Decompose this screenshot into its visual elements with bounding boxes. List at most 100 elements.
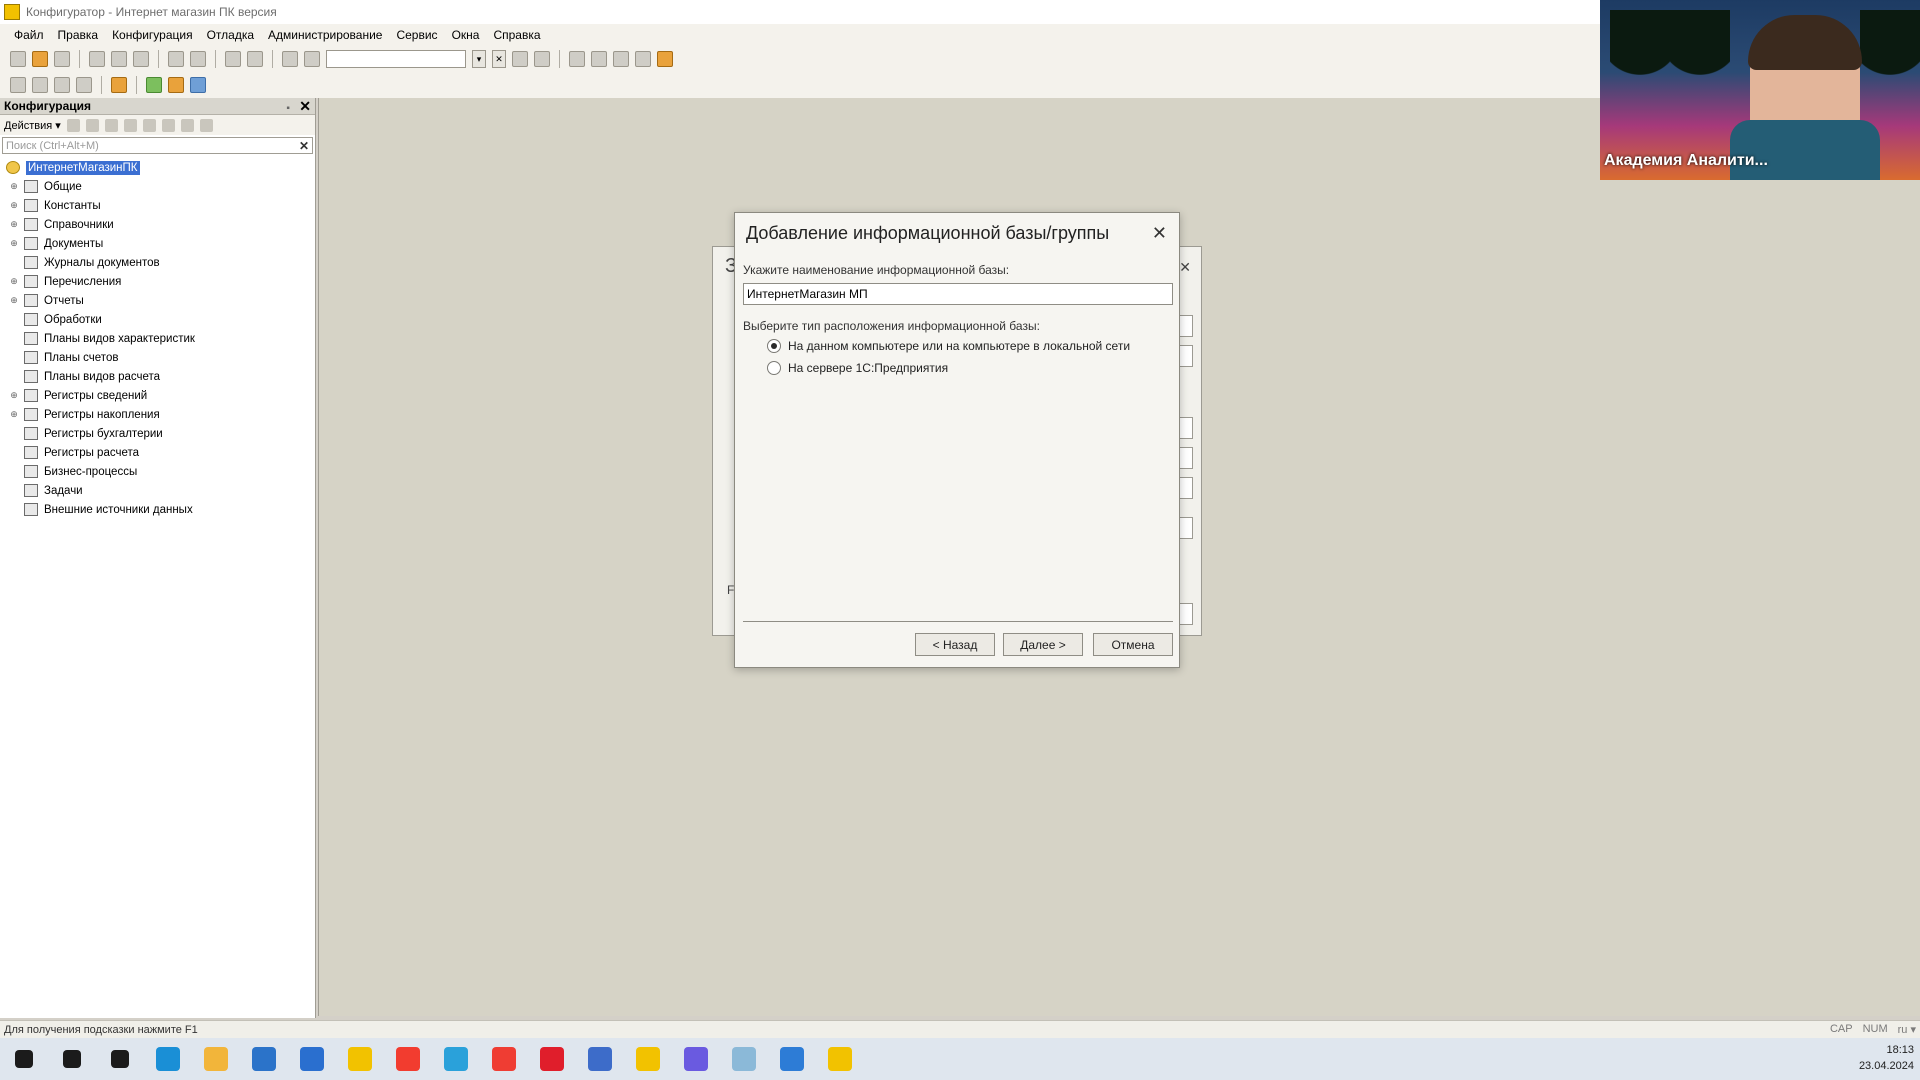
taskbar-button[interactable] [96,1038,144,1080]
menu-edit[interactable]: Правка [58,28,99,42]
tree-search-input[interactable]: Поиск (Ctrl+Alt+M) ✕ [2,137,313,154]
menu-help[interactable]: Справка [493,28,540,42]
taskbar-button[interactable] [288,1038,336,1080]
expand-icon[interactable]: ⊕ [8,409,20,420]
expand-icon[interactable]: ⊕ [8,238,20,249]
taskbar-button[interactable] [240,1038,288,1080]
run-enterprise-icon[interactable] [168,77,184,93]
copy-item-icon[interactable] [104,118,118,132]
taskbar-button[interactable] [768,1038,816,1080]
radio-local-option[interactable]: На данном компьютере или на компьютере в… [767,339,1130,353]
bg-dialog-close-icon[interactable]: ✕ [1179,259,1191,276]
edit-icon[interactable] [85,118,99,132]
expand-icon[interactable]: ⊕ [8,295,20,306]
open-config-icon[interactable] [10,77,26,93]
bg-side-button[interactable] [1179,447,1193,469]
taskbar-button[interactable] [0,1038,48,1080]
open-file-icon[interactable] [32,51,48,67]
sort-icon[interactable] [180,118,194,132]
find-prev-icon[interactable] [534,51,550,67]
undo-icon[interactable] [225,51,241,67]
tree-item[interactable]: ⊕ Документы [0,234,315,253]
start-debug-icon[interactable] [111,77,127,93]
taskbar-button[interactable] [336,1038,384,1080]
menu-administration[interactable]: Администрирование [268,28,382,42]
clear-search-icon[interactable]: ✕ [299,139,309,153]
windows-icon[interactable] [569,51,585,67]
tree-item[interactable]: Обработки [0,310,315,329]
move-up-icon[interactable] [142,118,156,132]
print-icon[interactable] [168,51,184,67]
taskbar-button[interactable] [144,1038,192,1080]
search-input[interactable] [326,50,466,68]
pin-icon[interactable]: ▪ [286,103,290,114]
search-dropdown-icon[interactable]: ▾ [472,50,486,68]
new-file-icon[interactable] [10,51,26,67]
taskbar-button[interactable] [480,1038,528,1080]
taskbar-button[interactable] [672,1038,720,1080]
radio-button[interactable] [767,361,781,375]
save-icon[interactable] [54,51,70,67]
update-db-icon[interactable] [32,77,48,93]
globe-icon[interactable] [146,77,162,93]
tree-item[interactable]: ⊕ Регистры накопления [0,405,315,424]
expand-icon[interactable]: ⊕ [8,276,20,287]
menu-windows[interactable]: Окна [452,28,480,42]
dialog-close-icon[interactable]: ✕ [1152,223,1167,244]
close-icon[interactable]: ✕ [299,98,311,114]
tree-item[interactable]: Внешние источники данных [0,500,315,519]
system-clock[interactable]: 18:13 23.04.2024 [1859,1042,1914,1074]
infobase-name-input[interactable] [743,283,1173,305]
bg-side-button[interactable] [1179,517,1193,539]
tree-item[interactable]: ⊕ Константы [0,196,315,215]
menu-debug[interactable]: Отладка [207,28,254,42]
cancel-button[interactable]: Отмена [1093,633,1173,656]
bg-side-button[interactable] [1179,345,1193,367]
cut-icon[interactable] [89,51,105,67]
tools-icon[interactable] [613,51,629,67]
tree-root-item[interactable]: ИнтернетМагазинПК [0,158,315,177]
language-indicator[interactable]: ru ▾ [1898,1023,1916,1036]
bg-side-button[interactable] [1179,315,1193,337]
tree-item[interactable]: Регистры бухгалтерии [0,424,315,443]
templates-icon[interactable] [635,51,651,67]
actions-menu-button[interactable]: Действия ▾ [4,119,61,132]
copy-icon[interactable] [111,51,127,67]
expand-icon[interactable]: ⊕ [8,219,20,230]
redo-icon[interactable] [247,51,263,67]
expand-icon[interactable]: ⊕ [8,181,20,192]
info-icon[interactable] [657,51,673,67]
tree-item[interactable]: ⊕ Перечисления [0,272,315,291]
add-icon[interactable] [66,118,80,132]
preview-icon[interactable] [190,51,206,67]
back-button[interactable]: < Назад [915,633,995,656]
tree-item[interactable]: Журналы документов [0,253,315,272]
tree-item[interactable]: ⊕ Отчеты [0,291,315,310]
tree-item[interactable]: Планы счетов [0,348,315,367]
bg-side-button[interactable] [1179,603,1193,625]
radio-button[interactable] [767,339,781,353]
tree-item[interactable]: Бизнес-процессы [0,462,315,481]
filter-icon[interactable] [199,118,213,132]
taskbar-button[interactable] [528,1038,576,1080]
tree-item[interactable]: Планы видов расчета [0,367,315,386]
taskbar-button[interactable] [192,1038,240,1080]
expand-icon[interactable]: ⊕ [8,390,20,401]
zoom-icon[interactable] [304,51,320,67]
next-button[interactable]: Далее > [1003,633,1083,656]
delete-icon[interactable] [123,118,137,132]
radio-server-option[interactable]: На сервере 1С:Предприятия [767,361,948,375]
menu-service[interactable]: Сервис [396,28,437,42]
expand-icon[interactable]: ⊕ [8,200,20,211]
menu-configuration[interactable]: Конфигурация [112,28,193,42]
tree-item[interactable]: ⊕ Общие [0,177,315,196]
taskbar-button[interactable] [384,1038,432,1080]
find-next-icon[interactable] [512,51,528,67]
tree-item[interactable]: Планы видов характеристик [0,329,315,348]
paste-icon[interactable] [133,51,149,67]
run-client-icon[interactable] [190,77,206,93]
bg-side-button[interactable] [1179,477,1193,499]
bg-side-button[interactable] [1179,417,1193,439]
tree-item[interactable]: Задачи [0,481,315,500]
taskbar-button[interactable] [624,1038,672,1080]
